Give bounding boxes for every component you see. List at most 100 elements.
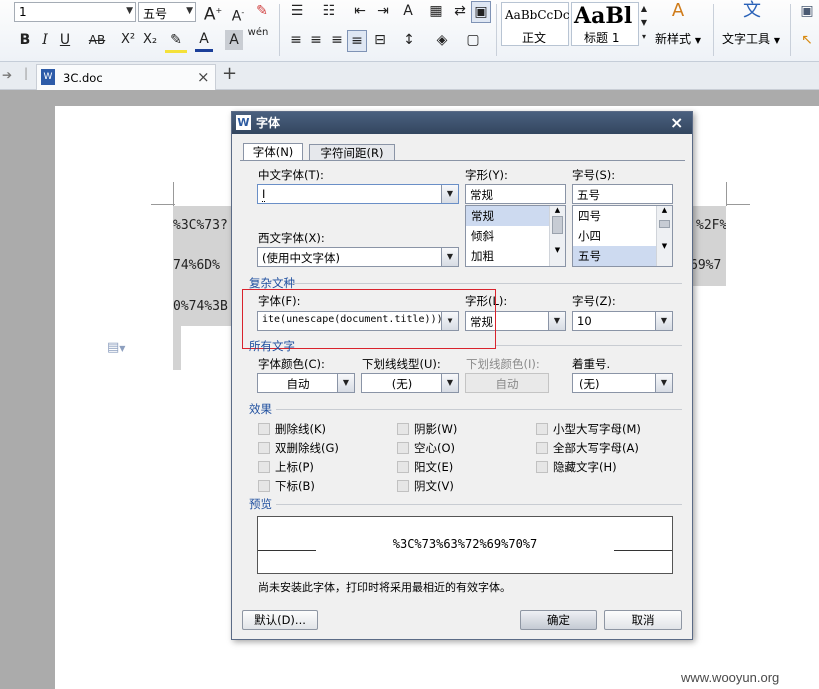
align-right-icon[interactable]: ≡ (328, 30, 346, 50)
superscript-button[interactable]: X² (118, 30, 138, 50)
scroll-down-icon[interactable]: ▼ (657, 242, 672, 250)
checkbox[interactable] (536, 423, 548, 435)
tools-icon[interactable]: ▣ (798, 1, 816, 21)
new-style-button[interactable]: 新样式 ▼ (655, 30, 701, 47)
decrease-indent-icon[interactable]: ⇤ (350, 1, 370, 21)
style-normal[interactable]: AaBbCcDc 正文 (501, 2, 570, 46)
font-size-combo[interactable]: 五号 ▼ (138, 2, 196, 22)
highlight-icon[interactable]: ✎ (165, 30, 187, 53)
checkbox[interactable] (258, 480, 270, 492)
shrink-font-button[interactable]: A- (228, 3, 248, 27)
checkbox[interactable] (397, 461, 409, 473)
scroll-thumb[interactable] (659, 220, 670, 228)
font-color-button[interactable]: A (195, 29, 213, 52)
doc-gray-strip (173, 326, 181, 370)
borders-icon[interactable]: ▢ (462, 30, 484, 50)
emphasis-label: 着重号. (572, 357, 611, 371)
scroll-up-icon[interactable]: ▲ (550, 206, 565, 214)
grow-font-button[interactable]: A+ (203, 1, 223, 25)
effect-small-caps[interactable]: 小型大写字母(M) (536, 421, 641, 437)
shading-icon[interactable]: ◈ (431, 30, 453, 50)
dialog-close-icon[interactable]: × (670, 112, 683, 134)
tab-3c-doc[interactable]: W 3C.doc × (36, 64, 216, 90)
divider (713, 4, 714, 56)
underline-button[interactable]: U (57, 30, 73, 50)
clear-format-icon[interactable]: ✎ (252, 1, 272, 21)
font-color-select[interactable]: 自动 ▼ (257, 373, 355, 393)
complex-size-select[interactable]: 10 ▼ (572, 311, 673, 331)
effect-hidden[interactable]: 隐藏文字(H) (536, 459, 617, 475)
text-tools-button[interactable]: 文字工具 ▼ (722, 30, 780, 47)
effect-double-strikethrough[interactable]: 双删除线(G) (258, 440, 339, 456)
paste-options-icon[interactable]: ▤▼ (107, 340, 125, 355)
close-tab-icon[interactable]: × (197, 68, 210, 86)
style-heading1[interactable]: AaBl 标题 1 (571, 2, 639, 46)
chinese-font-select[interactable]: I ▼ (257, 184, 459, 204)
document-text-left[interactable]: %3C%73? 74%6D% 0%74%3B (173, 206, 233, 326)
strikethrough-button[interactable]: AB (86, 30, 108, 50)
checkbox[interactable] (397, 442, 409, 454)
increase-indent-icon[interactable]: ⇥ (373, 1, 393, 21)
list-item[interactable]: 五号 (573, 246, 656, 266)
text-effect-icon[interactable]: A (397, 1, 419, 21)
checkbox[interactable] (258, 461, 270, 473)
checkbox[interactable] (536, 461, 548, 473)
justify-icon[interactable]: ≡ (347, 30, 367, 52)
scrollbar[interactable]: ▲ ▼ (549, 206, 565, 266)
bold-button[interactable]: B (17, 30, 33, 50)
cancel-button[interactable]: 取消 (604, 610, 682, 630)
checkbox[interactable] (397, 480, 409, 492)
style-scroll-icon[interactable]: ▲ ▼ ▾ (639, 2, 649, 44)
checkbox[interactable] (258, 442, 270, 454)
select-cursor-icon[interactable]: ↖ (799, 30, 815, 50)
char-shading-button[interactable]: A (225, 30, 243, 50)
ok-button[interactable]: 确定 (520, 610, 597, 630)
default-button[interactable]: 默认(D)... (242, 610, 318, 630)
effect-engrave[interactable]: 阴文(V) (397, 478, 454, 494)
margin-mark (151, 204, 175, 205)
font-size-value: 五号 (143, 7, 168, 21)
underline-type-select[interactable]: (无) ▼ (361, 373, 459, 393)
effect-subscript[interactable]: 下标(B) (258, 478, 315, 494)
italic-button[interactable]: I (37, 30, 53, 50)
checkbox[interactable] (397, 423, 409, 435)
checkbox[interactable] (258, 423, 270, 435)
style-listbox[interactable]: 常规 倾斜 加粗 ▲ ▼ (465, 205, 566, 267)
size-input[interactable]: 五号 (572, 184, 673, 204)
scroll-down-icon[interactable]: ▼ (550, 246, 565, 254)
align-center-icon[interactable]: ≡ (307, 30, 325, 50)
effect-strikethrough[interactable]: 删除线(K) (258, 421, 326, 437)
table-icon[interactable]: ▦ (426, 1, 446, 21)
new-tab-button[interactable]: + (222, 63, 237, 84)
scrollbar[interactable]: ▲ ▼ (656, 206, 672, 266)
show-marks-icon[interactable]: ▣ (471, 1, 491, 23)
emphasis-select[interactable]: (无) ▼ (572, 373, 673, 393)
line-spacing-icon[interactable]: ↕ (398, 30, 420, 50)
text-direction-icon[interactable]: ⇄ (450, 1, 470, 21)
effect-outline[interactable]: 空心(O) (397, 440, 455, 456)
phonetic-guide-button[interactable]: wén (246, 28, 270, 38)
size-listbox[interactable]: 四号 小四 五号 ▲ ▼ (572, 205, 673, 267)
bullet-list-icon[interactable]: ☰ (286, 1, 308, 21)
effect-superscript[interactable]: 上标(P) (258, 459, 314, 475)
effect-all-caps[interactable]: 全部大写字母(A) (536, 440, 639, 456)
font-name-combo[interactable]: 1 ▼ (14, 2, 136, 22)
scroll-up-icon[interactable]: ▲ (657, 206, 672, 214)
tab-font[interactable]: 字体(N) (243, 143, 303, 161)
subscript-button[interactable]: X₂ (140, 30, 160, 50)
align-left-icon[interactable]: ≡ (287, 30, 305, 50)
checkbox[interactable] (536, 442, 548, 454)
scroll-thumb[interactable] (552, 216, 563, 234)
chevron-down-icon: ▼ (655, 374, 672, 392)
list-item[interactable]: 常规 (466, 206, 549, 226)
back-arrow-icon[interactable]: ➔ (2, 68, 12, 82)
numbered-list-icon[interactable]: ☷ (318, 1, 340, 21)
distribute-icon[interactable]: ⊟ (370, 30, 390, 50)
document-text-right[interactable]: %2F% 69%7 (690, 206, 726, 286)
style-input[interactable]: 常规 (465, 184, 566, 204)
western-font-select[interactable]: (使用中文字体) ▼ (257, 247, 459, 267)
effect-shadow[interactable]: 阴影(W) (397, 421, 457, 437)
tab-character-spacing[interactable]: 字符间距(R) (309, 144, 395, 161)
effect-emboss[interactable]: 阳文(E) (397, 459, 453, 475)
underline-color-select: 自动 (465, 373, 549, 393)
